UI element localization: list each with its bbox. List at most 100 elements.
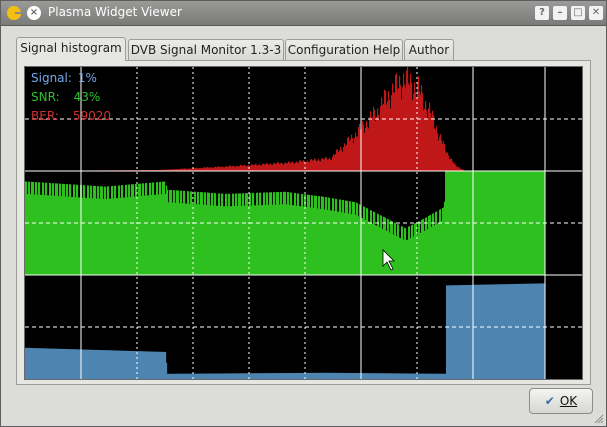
signal-sample — [506, 284, 508, 379]
signal-sample — [183, 373, 185, 379]
resize-grip-icon[interactable] — [594, 414, 604, 424]
ber-sample — [221, 166, 223, 171]
signal-sample — [480, 284, 482, 379]
signal-sample — [39, 348, 41, 379]
signal-sample — [510, 284, 512, 379]
app-icon[interactable] — [6, 5, 22, 21]
signal-sample — [335, 372, 337, 379]
snr-sample — [415, 223, 417, 275]
snr-sample — [341, 212, 343, 275]
snr-sample — [276, 192, 278, 275]
snr-sample — [74, 184, 76, 275]
tab-signal-histogram[interactable]: Signal histogram — [16, 37, 126, 61]
ber-sample — [296, 161, 298, 171]
ber-sample — [380, 106, 382, 171]
snr-sample — [205, 192, 207, 275]
snr-sample — [334, 211, 336, 275]
minimize-button[interactable]: – — [553, 6, 567, 20]
close-button[interactable]: ✕ — [589, 6, 603, 20]
tab-author[interactable]: Author — [404, 39, 454, 60]
snr-sample — [278, 192, 280, 275]
signal-sample — [316, 372, 318, 379]
signal-sample — [538, 283, 540, 379]
signal-sample — [79, 349, 81, 379]
pin-icon[interactable]: × — [27, 6, 41, 20]
snr-sample — [384, 217, 386, 275]
snr-sample — [146, 183, 148, 275]
snr-sample — [281, 191, 283, 275]
signal-sample — [398, 373, 400, 379]
signal-sample — [320, 372, 322, 379]
signal-sample — [402, 373, 404, 379]
signal-sample — [107, 350, 109, 379]
snr-sample — [275, 204, 277, 275]
signal-sample — [93, 349, 95, 379]
ber-sample — [252, 164, 254, 171]
snr-sample — [175, 202, 177, 275]
signal-sample — [348, 372, 350, 379]
signal-sample — [331, 372, 333, 379]
ber-sample — [210, 167, 212, 171]
signal-sample — [86, 349, 88, 379]
signal-sample — [282, 373, 284, 379]
snr-sample — [526, 171, 528, 275]
signal-sample — [201, 373, 203, 379]
signal-sample — [262, 373, 264, 379]
ok-button[interactable]: ✔ OK — [529, 388, 593, 414]
snr-sample — [441, 221, 443, 275]
snr-sample — [433, 213, 435, 275]
tab-dvb-signal-monitor[interactable]: DVB Signal Monitor 1.3-3 — [128, 39, 284, 60]
signal-sample — [234, 373, 236, 379]
ber-readout: BER: 59020 — [31, 109, 111, 123]
signal-sample — [290, 372, 292, 379]
ber-sample — [399, 75, 401, 171]
snr-sample — [157, 182, 159, 275]
snr-sample — [187, 191, 189, 275]
snr-sample — [397, 224, 399, 275]
signal-sample — [454, 285, 456, 379]
snr-sample — [51, 195, 53, 275]
signal-sample — [393, 373, 395, 379]
signal-sample — [499, 284, 501, 379]
signal-sample — [373, 373, 375, 379]
signal-sample — [345, 372, 347, 379]
snr-sample — [171, 190, 173, 275]
signal-sample — [90, 349, 92, 379]
snr-sample — [477, 171, 479, 275]
snr-sample — [357, 203, 359, 275]
signal-sample — [322, 372, 324, 379]
signal-sample — [169, 373, 171, 379]
snr-sample — [347, 200, 349, 275]
tab-configuration-help[interactable]: Configuration Help — [285, 39, 403, 60]
snr-sample — [371, 210, 373, 275]
snr-sample — [114, 185, 116, 275]
signal-sample — [523, 283, 525, 379]
help-button[interactable]: ? — [535, 6, 549, 20]
title-bar[interactable]: × Plasma Widget Viewer ? – □ ✕ — [1, 1, 606, 26]
signal-sample — [289, 373, 291, 379]
ber-sample — [393, 92, 395, 171]
ber-sample — [282, 163, 284, 171]
maximize-button[interactable]: □ — [571, 6, 585, 20]
signal-sample — [492, 284, 494, 379]
signal-sample — [485, 284, 487, 379]
snr-sample — [430, 214, 432, 275]
snr-sample — [38, 182, 40, 275]
signal-sample — [467, 284, 469, 379]
signal-sample — [496, 284, 498, 379]
signal-sample — [511, 284, 513, 379]
signal-sample — [151, 351, 153, 379]
ber-sample — [333, 154, 335, 171]
ber-sample — [263, 163, 265, 171]
snr-sample — [162, 181, 164, 275]
signal-sample — [265, 373, 267, 379]
snr-sample — [368, 221, 370, 275]
snr-sample — [68, 196, 70, 276]
snr-sample — [99, 198, 101, 275]
signal-sample — [240, 373, 242, 379]
snr-sample — [271, 192, 273, 275]
signal-sample — [120, 350, 122, 379]
signal-sample — [450, 285, 452, 379]
signal-sample — [295, 372, 297, 379]
signal-sample — [124, 350, 126, 379]
